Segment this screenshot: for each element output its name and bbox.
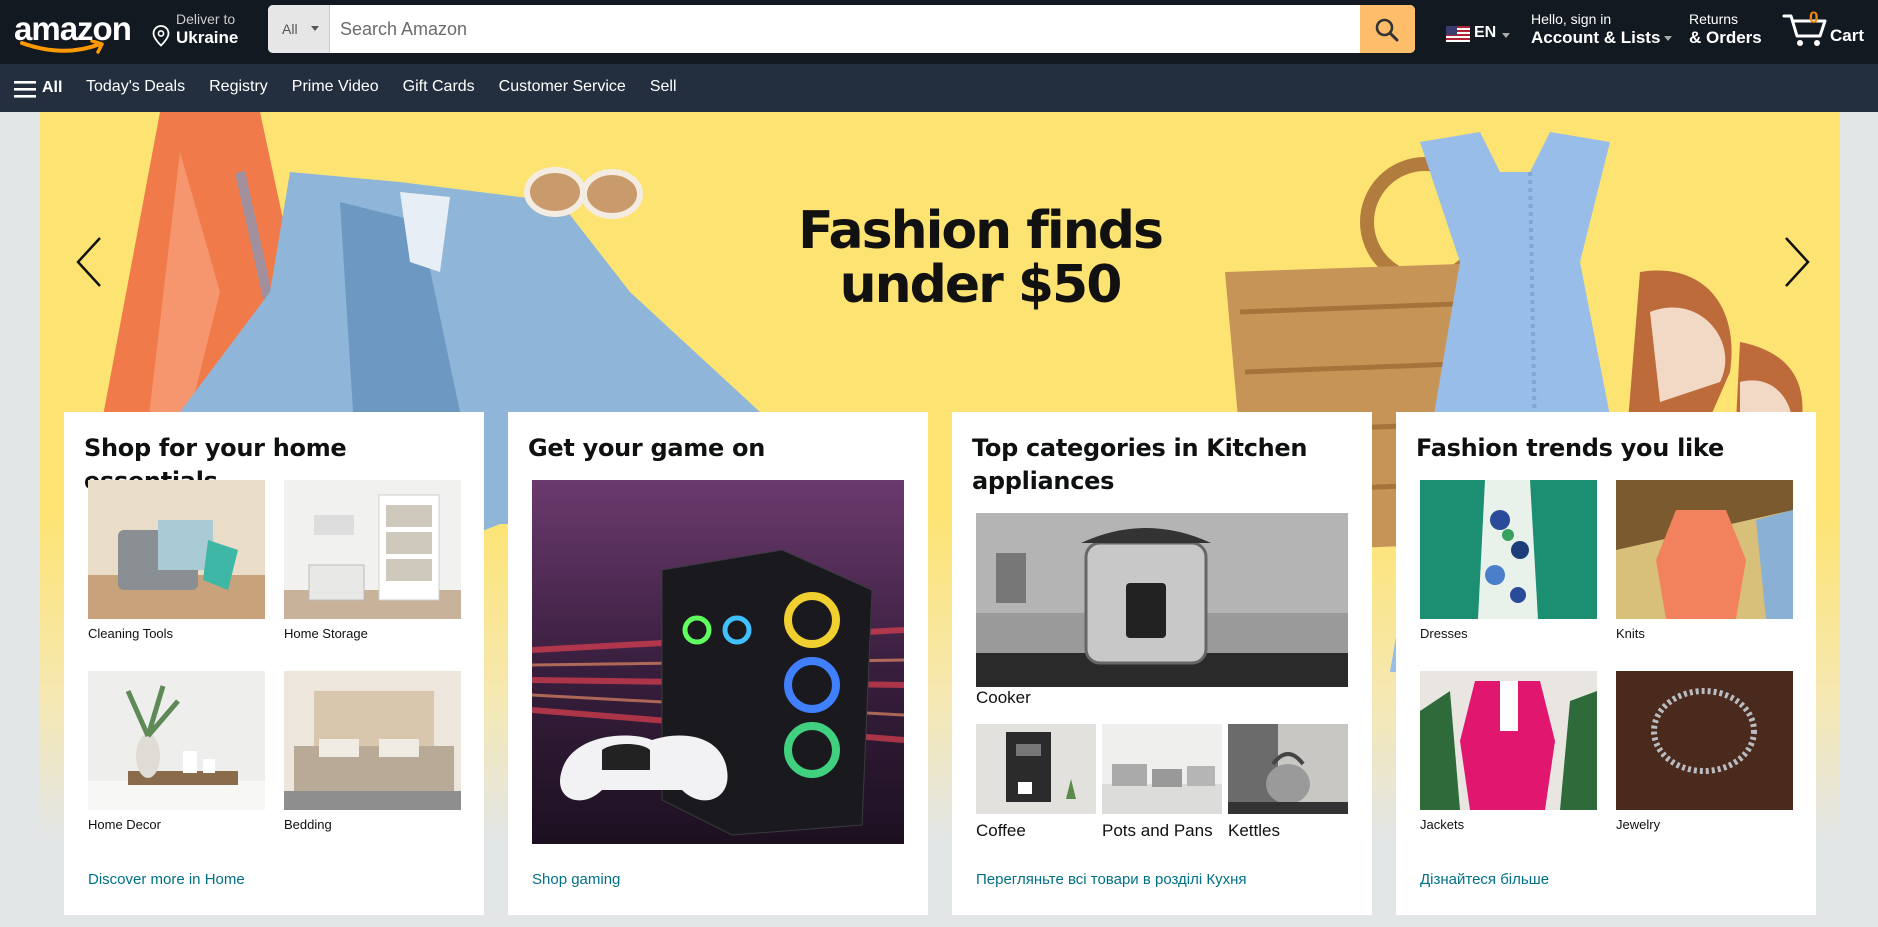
bedding-image xyxy=(284,671,461,810)
jewelry-image xyxy=(1616,671,1793,810)
sub-nav: All Today's Deals Registry Prime Video G… xyxy=(0,64,1878,112)
carousel-prev-icon[interactable] xyxy=(68,232,108,292)
fashion-item-dresses[interactable]: Dresses xyxy=(1420,480,1597,641)
item-caption: Kettles xyxy=(1228,821,1280,840)
carousel-next-icon[interactable] xyxy=(1778,232,1818,292)
returns-orders[interactable]: Returns & Orders xyxy=(1689,11,1762,48)
fashion-item-jackets[interactable]: Jackets xyxy=(1420,671,1597,832)
cooker-image[interactable] xyxy=(976,513,1348,687)
top-nav: amazon Deliver to Ukraine All Search Ama… xyxy=(0,0,1878,64)
search-input[interactable] xyxy=(330,5,1360,53)
search-bar: All xyxy=(268,5,1415,53)
subnav-links: Today's Deals Registry Prime Video Gift … xyxy=(86,78,677,96)
kitchen-main-caption: Cooker xyxy=(976,688,1031,707)
kettles-image xyxy=(1228,724,1348,814)
hamburger-menu-icon xyxy=(14,81,36,98)
home-storage-image xyxy=(284,480,461,619)
item-caption: Cleaning Tools xyxy=(88,626,174,641)
home-item-bedding[interactable]: Bedding xyxy=(284,671,461,832)
home-item-home-decor[interactable]: Home Decor xyxy=(88,671,265,832)
subnav-link-todays-deals[interactable]: Today's Deals xyxy=(86,78,185,96)
cart-icon xyxy=(1782,14,1827,46)
coffee-image xyxy=(976,724,1096,814)
hero-title-line1: Fashion finds xyxy=(798,201,1164,261)
subnav-link-sell[interactable]: Sell xyxy=(650,78,677,96)
discover-home-link[interactable]: Discover more in Home xyxy=(88,871,245,888)
dresses-image xyxy=(1420,480,1597,619)
shop-gaming-link[interactable]: Shop gaming xyxy=(532,871,620,888)
location-pin-icon xyxy=(152,25,170,47)
item-caption: Knits xyxy=(1616,626,1645,641)
card-home-essentials: Shop for your home essentials Cleaning T… xyxy=(64,412,484,915)
deliver-location: Ukraine xyxy=(176,28,239,47)
home-item-home-storage[interactable]: Home Storage xyxy=(284,480,461,641)
search-button[interactable] xyxy=(1360,5,1415,53)
item-caption: Coffee xyxy=(976,821,1026,840)
subnav-link-registry[interactable]: Registry xyxy=(209,78,268,96)
account-greeting: Hello, sign in xyxy=(1531,11,1612,27)
orders-label: & Orders xyxy=(1689,28,1762,47)
card-fashion-trends: Fashion trends you like Dresses Knits Ja… xyxy=(1396,412,1816,915)
cart-count: 0 xyxy=(1809,8,1819,27)
item-caption: Jackets xyxy=(1420,817,1465,832)
kitchen-item-pots-and-pans[interactable]: Pots and Pans xyxy=(1102,724,1222,841)
kitchen-item-kettles[interactable]: Kettles xyxy=(1228,724,1348,841)
chevron-down-icon xyxy=(311,26,319,31)
pots-and-pans-image xyxy=(1102,724,1222,814)
item-caption: Home Decor xyxy=(88,817,161,832)
language-label: EN xyxy=(1474,24,1497,41)
jackets-image xyxy=(1420,671,1597,810)
account-label: Account & Lists xyxy=(1531,28,1661,47)
card-title: Fashion trends you like xyxy=(1416,434,1724,462)
kitchen-item-coffee[interactable]: Coffee xyxy=(976,724,1096,841)
returns-label: Returns xyxy=(1689,11,1739,27)
chevron-down-icon xyxy=(1502,33,1510,38)
smile-arrow-icon xyxy=(20,40,104,54)
item-caption: Jewelry xyxy=(1616,817,1661,832)
subnav-link-customer-service[interactable]: Customer Service xyxy=(499,78,626,96)
item-caption: Dresses xyxy=(1420,626,1468,641)
us-flag-icon xyxy=(1446,26,1470,42)
card-title: Top categories in Kitchen appliances xyxy=(972,434,1308,495)
subnav-link-prime-video[interactable]: Prime Video xyxy=(292,78,379,96)
all-menu-label: All xyxy=(42,79,63,96)
fashion-discover-link[interactable]: Дізнайтеся більше xyxy=(1420,871,1549,888)
hero-title: Fashion finds under $50 xyxy=(760,204,1200,312)
search-icon xyxy=(1375,18,1399,42)
home-item-cleaning-tools[interactable]: Cleaning Tools xyxy=(88,480,265,641)
kitchen-all-link[interactable]: Перегляньте всі товари в розділі Кухня xyxy=(976,871,1247,888)
fashion-item-knits[interactable]: Knits xyxy=(1616,480,1793,641)
knits-image xyxy=(1616,480,1793,619)
hero-title-line2: under $50 xyxy=(839,255,1123,315)
search-category-label: All xyxy=(282,21,298,37)
card-title: Get your game on xyxy=(528,434,766,462)
cart-button[interactable]: 0 Cart xyxy=(1782,8,1874,54)
card-kitchen: Top categories in Kitchen appliances Coo… xyxy=(952,412,1372,915)
amazon-logo[interactable]: amazon xyxy=(12,6,132,58)
chevron-down-icon xyxy=(1664,36,1673,42)
subnav-link-gift-cards[interactable]: Gift Cards xyxy=(403,78,475,96)
cart-label: Cart xyxy=(1830,26,1865,45)
account-lists[interactable]: Hello, sign in Account & Lists xyxy=(1531,11,1673,48)
item-caption: Home Storage xyxy=(284,626,368,641)
fashion-item-jewelry[interactable]: Jewelry xyxy=(1616,671,1793,832)
card-gaming: Get your game on Shop gaming xyxy=(508,412,928,915)
search-category-dropdown[interactable]: All xyxy=(268,5,330,53)
item-caption: Bedding xyxy=(284,817,332,832)
cleaning-tools-image xyxy=(88,480,265,619)
deliver-label: Deliver to xyxy=(176,11,236,27)
home-decor-image xyxy=(88,671,265,810)
gaming-pc-image[interactable] xyxy=(532,480,904,844)
item-caption: Pots and Pans xyxy=(1102,821,1213,840)
